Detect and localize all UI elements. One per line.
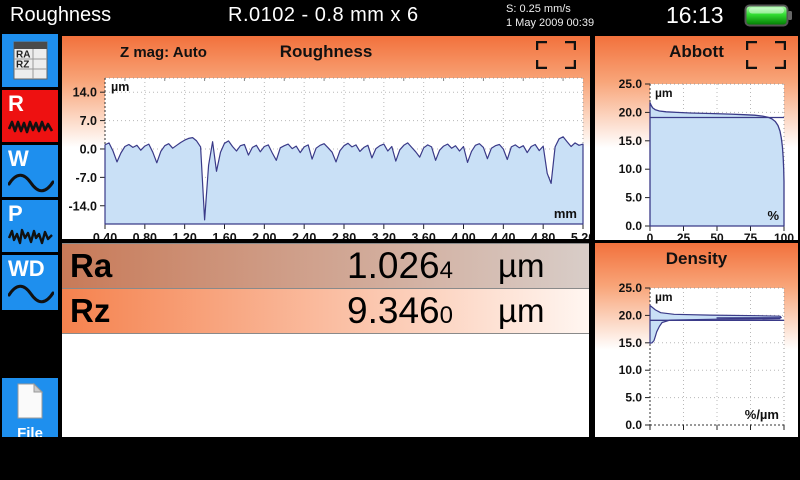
svg-text:100: 100 <box>774 231 794 240</box>
result-row-rz[interactable]: Rz 9.3460 µm <box>62 289 589 334</box>
roughness-chart: 0.40 0.80 1.20 1.60 2.00 2.40 2.80 3.20 3.60 4.00… <box>62 74 590 239</box>
svg-text:4.40: 4.40 <box>491 231 515 239</box>
svg-text:5.0: 5.0 <box>625 191 642 205</box>
sidebar-item-ra-rz-table[interactable]: RA RZ <box>2 34 58 87</box>
svg-text:5.20: 5.20 <box>571 231 590 239</box>
sidebar-item-label: P <box>8 202 58 226</box>
top-status-bar: Roughness R.0102 - 0.8 mm x 6 S: 0.25 mm… <box>0 0 800 34</box>
file-document-icon <box>14 382 46 420</box>
results-list: Ra 1.0264 µm Rz 9.3460 µm <box>62 243 592 437</box>
svg-text:10.0: 10.0 <box>619 162 643 176</box>
svg-text:7.0: 7.0 <box>80 114 97 128</box>
primary-profile-wave-icon <box>8 226 54 248</box>
abbott-chart: 0 25 50 75 100 0.0 5.0 10.0 15.0 20.0 25.0 µm% <box>595 64 798 240</box>
svg-text:10.0: 10.0 <box>619 363 643 377</box>
clock: 16:13 <box>666 2 724 29</box>
sidebar-item-roughness[interactable]: R <box>2 90 58 142</box>
svg-text:75: 75 <box>744 231 758 240</box>
table-icon: RA RZ <box>2 34 58 87</box>
parameter-unit: µm <box>498 289 545 332</box>
sidebar-item-label: WD <box>8 257 58 281</box>
bottom-toolbar: Home Back M/D <box>0 437 800 480</box>
parameter-value: 1.0264 <box>347 244 453 292</box>
traverse-speed: S: 0.25 mm/s <box>506 2 594 16</box>
last-digit: 4 <box>440 257 453 284</box>
abbott-curve-panel[interactable]: Abbott 02550751000.05.010.015.020.025.0µ… <box>595 36 798 240</box>
parameter-name: Rz <box>70 289 110 332</box>
panel-title: Roughness <box>62 42 590 62</box>
smooth-wave-icon <box>8 171 54 193</box>
parameter-value: 9.3460 <box>347 289 453 337</box>
parameter-name: Ra <box>70 244 112 287</box>
svg-text:mm: mm <box>554 206 577 221</box>
datetime: 1 May 2009 00:39 <box>506 16 594 30</box>
battery-icon <box>744 3 794 29</box>
svg-text:-14.0: -14.0 <box>69 199 98 213</box>
svg-text:2.40: 2.40 <box>292 231 316 239</box>
result-row-ra[interactable]: Ra 1.0264 µm <box>62 243 589 289</box>
svg-text:5.0: 5.0 <box>625 391 642 405</box>
sidebar-item-wd[interactable]: WD <box>2 255 58 310</box>
roughness-wave-icon <box>8 116 54 136</box>
sidebar-item-label: W <box>8 147 58 171</box>
svg-text:20.0: 20.0 <box>619 105 643 119</box>
svg-text:µm: µm <box>655 86 673 100</box>
speed-datetime-block: S: 0.25 mm/s 1 May 2009 00:39 <box>506 2 594 30</box>
svg-text:0: 0 <box>647 231 654 240</box>
svg-text:RZ: RZ <box>16 60 29 71</box>
svg-text:0.0: 0.0 <box>625 418 642 432</box>
svg-text:50: 50 <box>710 231 724 240</box>
svg-text:4.80: 4.80 <box>531 231 555 239</box>
svg-text:25: 25 <box>677 231 691 240</box>
svg-text:25.0: 25.0 <box>619 281 643 295</box>
svg-text:20.0: 20.0 <box>619 308 643 322</box>
svg-text:2.80: 2.80 <box>332 231 356 239</box>
density-chart: 0.0 5.0 10.0 15.0 20.0 25.0 µm %/µm <box>595 270 798 437</box>
sidebar-item-label: R <box>8 92 58 116</box>
device-screen: Roughness R.0102 - 0.8 mm x 6 S: 0.25 mm… <box>0 0 800 480</box>
roughness-profile-panel[interactable]: Z mag: Auto Roughness 0.400.801.201.602.… <box>62 36 590 239</box>
svg-text:1.20: 1.20 <box>172 231 196 239</box>
sidebar-item-primary[interactable]: P <box>2 200 58 252</box>
svg-text:2.00: 2.00 <box>252 231 276 239</box>
svg-text:15.0: 15.0 <box>619 134 643 148</box>
svg-text:%/µm: %/µm <box>745 407 779 422</box>
density-panel[interactable]: Density 0.0 5.0 10.0 15.0 20.0 25.0 µm %/µm <box>595 243 798 437</box>
svg-text:0.40: 0.40 <box>93 231 117 239</box>
focus-bracket-icon <box>536 41 576 69</box>
sidebar-item-waviness[interactable]: W <box>2 145 58 197</box>
last-digit: 0 <box>440 302 453 329</box>
sidebar-item-file[interactable]: File <box>2 378 58 437</box>
measurement-program[interactable]: R.0102 - 0.8 mm x 6 <box>228 4 419 27</box>
svg-text:25.0: 25.0 <box>619 77 643 91</box>
parameter-unit: µm <box>498 244 545 287</box>
wd-wave-icon <box>8 281 54 305</box>
svg-text:µm: µm <box>655 290 673 304</box>
svg-text:4.00: 4.00 <box>451 231 475 239</box>
svg-text:3.20: 3.20 <box>372 231 396 239</box>
svg-text:15.0: 15.0 <box>619 336 643 350</box>
svg-text:0.80: 0.80 <box>133 231 157 239</box>
panel-title: Density <box>595 249 798 269</box>
svg-text:14.0: 14.0 <box>73 86 97 100</box>
svg-text:3.60: 3.60 <box>411 231 435 239</box>
svg-text:%: % <box>767 208 779 223</box>
svg-text:0.0: 0.0 <box>80 142 97 156</box>
svg-text:0.0: 0.0 <box>625 219 642 233</box>
svg-text:µm: µm <box>111 80 129 94</box>
page-title: Roughness <box>10 4 111 27</box>
svg-text:1.60: 1.60 <box>212 231 236 239</box>
svg-text:-7.0: -7.0 <box>75 171 97 185</box>
